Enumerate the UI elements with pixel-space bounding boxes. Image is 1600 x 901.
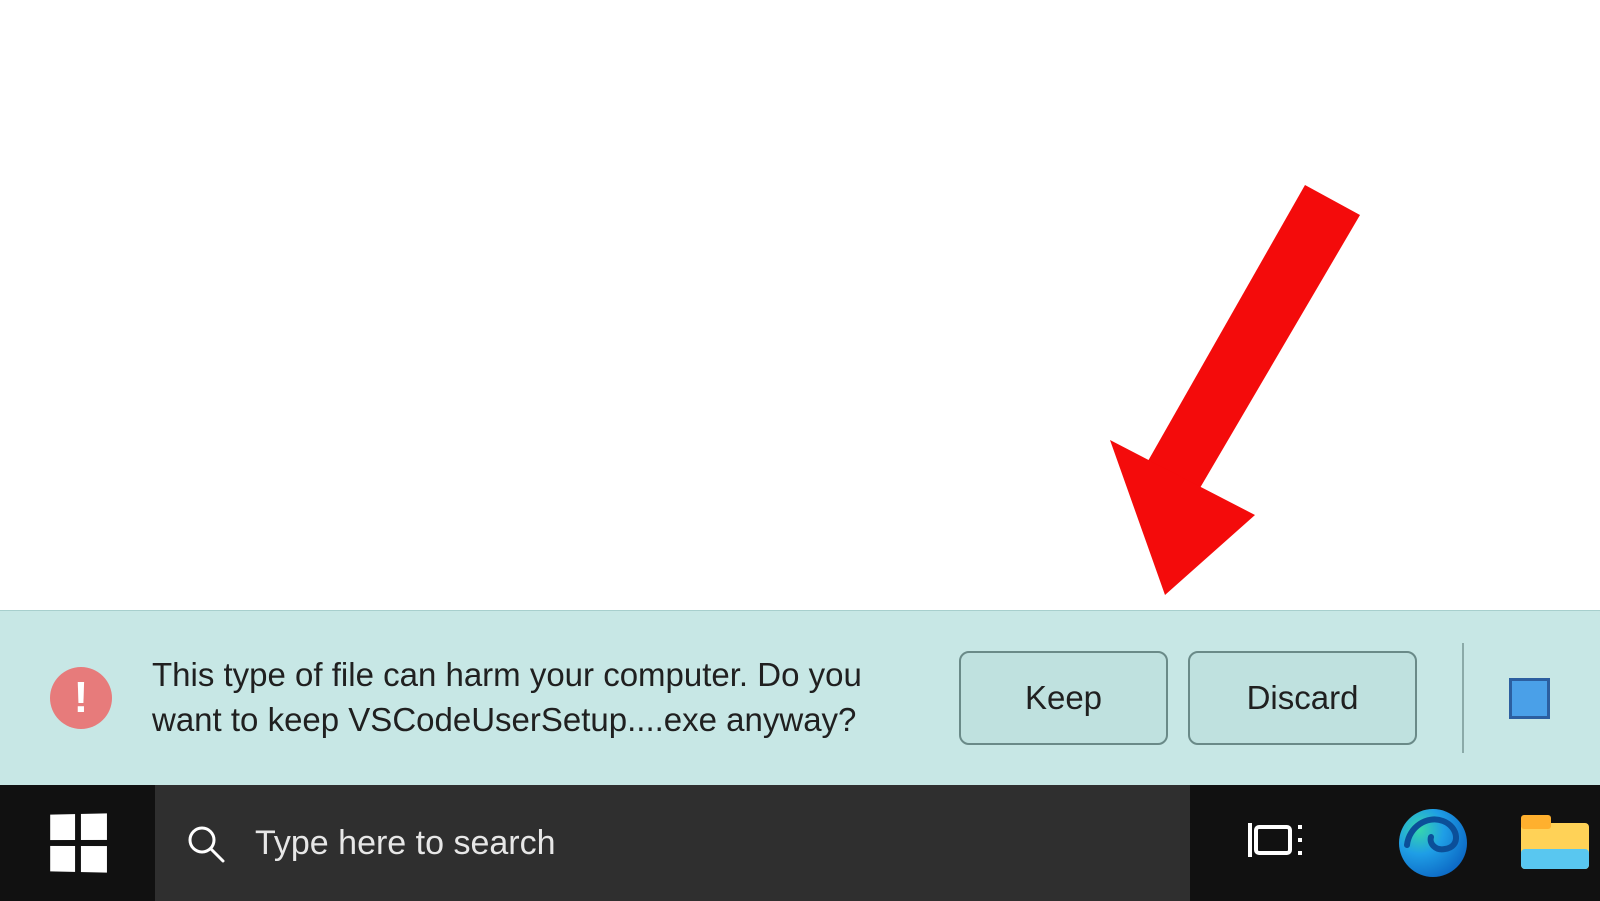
download-warning-message: This type of file can harm your computer… [152,653,939,742]
task-view-icon [1248,813,1308,873]
taskbar-app-file-explorer[interactable] [1510,785,1600,901]
annotation-arrow [1110,185,1370,610]
task-view-button[interactable] [1200,785,1355,901]
taskbar-search-input[interactable] [253,823,1190,864]
download-bar-divider [1462,643,1464,753]
windows-taskbar [0,785,1600,901]
search-icon [185,823,225,863]
download-warning-bar: ! This type of file can harm your comput… [0,610,1600,785]
show-all-downloads-icon[interactable] [1509,678,1550,719]
start-button[interactable] [0,785,155,901]
taskbar-search-box[interactable] [155,785,1190,901]
taskbar-app-edge[interactable] [1355,785,1510,901]
edge-icon [1397,807,1469,879]
warning-icon: ! [50,667,112,729]
windows-logo-icon [50,813,107,872]
keep-button[interactable]: Keep [959,651,1168,745]
file-explorer-icon [1519,813,1591,873]
discard-button[interactable]: Discard [1188,651,1417,745]
